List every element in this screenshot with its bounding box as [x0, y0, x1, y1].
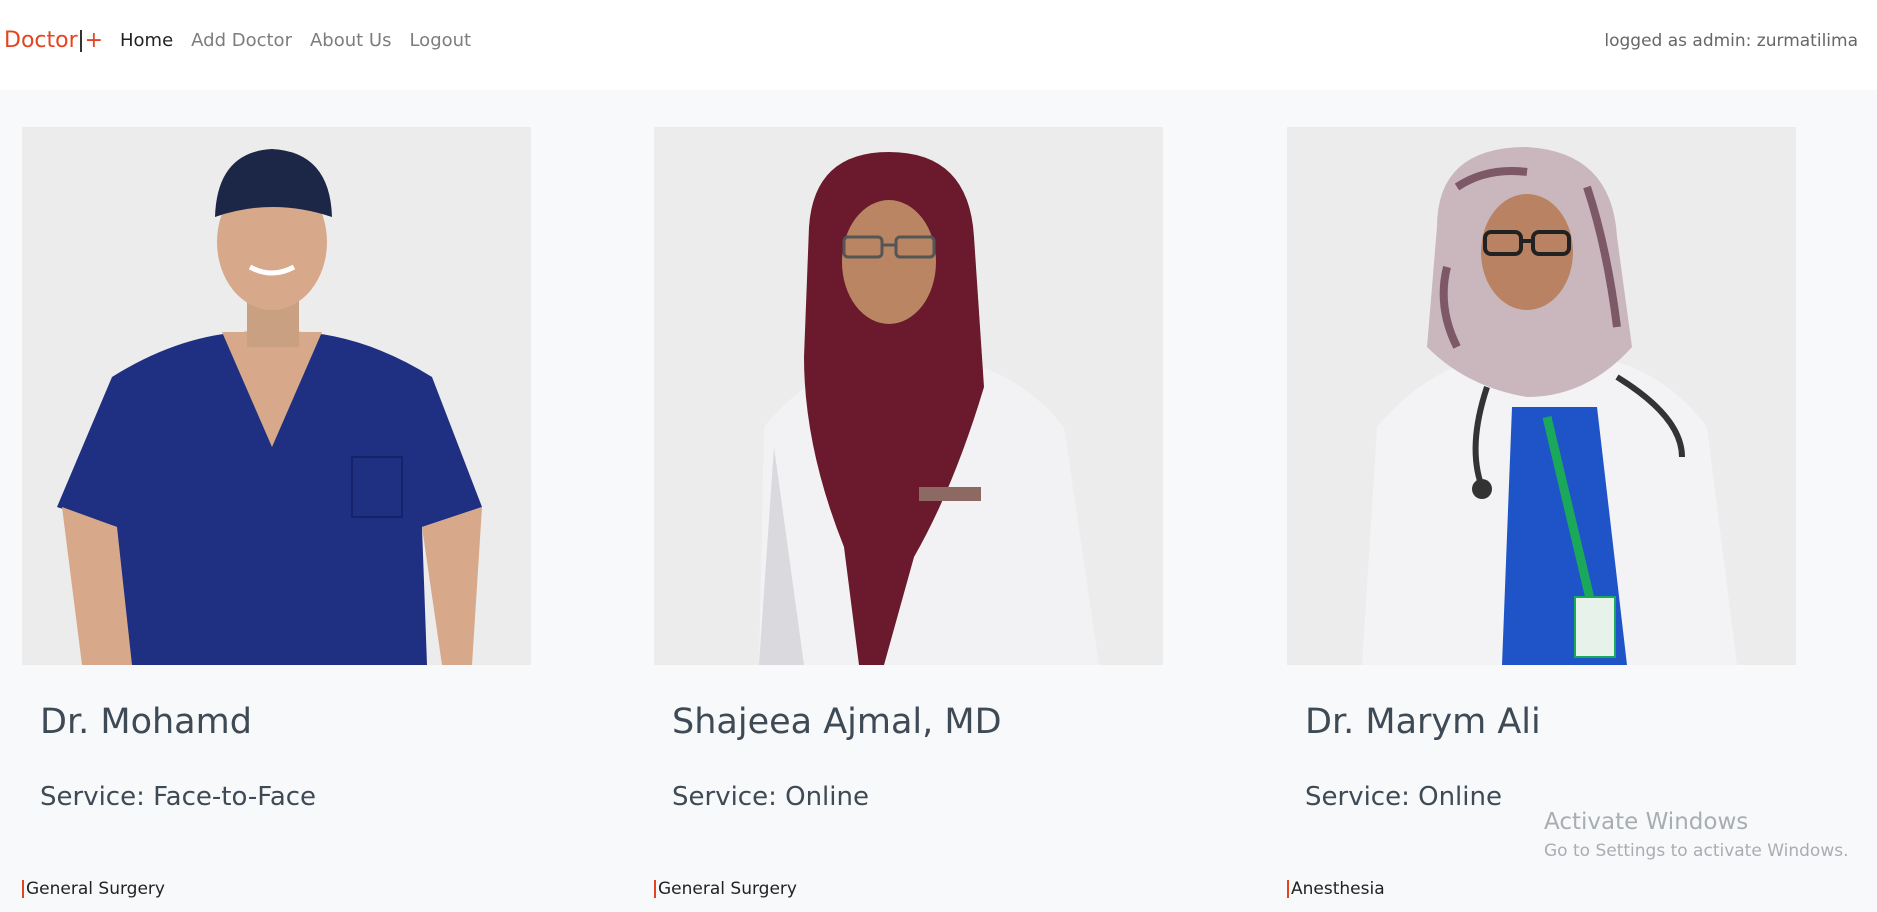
- specialty-label: General Surgery: [26, 879, 165, 899]
- brand-logo[interactable]: Doctor +: [4, 28, 103, 53]
- brand-text: Doctor: [4, 28, 78, 53]
- doctor-name: Dr. Marym Ali: [1305, 702, 1541, 742]
- doctor-card: Dr. Mohamd Service: Face-to-Face General…: [22, 127, 532, 899]
- specialty-label: General Surgery: [658, 879, 797, 899]
- doctor-card: Dr. Marym Ali Service: Online Anesthesia: [1287, 127, 1797, 899]
- doctor-service: Service: Online: [1305, 782, 1502, 812]
- doctor-specialty: General Surgery: [22, 879, 165, 899]
- specialty-marker: [22, 880, 24, 898]
- nav-home-link[interactable]: Home: [120, 30, 173, 51]
- doctor-photo: [22, 127, 531, 665]
- specialty-marker: [654, 880, 656, 898]
- doctor-service: Service: Face-to-Face: [40, 782, 317, 812]
- doctor-photo: [1287, 127, 1796, 665]
- watermark-subtitle: Go to Settings to activate Windows.: [1544, 841, 1849, 861]
- doctor-female-hijab-photo: [654, 127, 1163, 665]
- specialty-label: Anesthesia: [1291, 879, 1385, 899]
- watermark-title: Activate Windows: [1544, 809, 1749, 835]
- brand-divider: [79, 29, 82, 52]
- top-navbar: Doctor + Home Add Doctor About Us Logout…: [0, 0, 1877, 90]
- doctor-photo: [654, 127, 1163, 665]
- nav-links: Home Add Doctor About Us Logout: [120, 30, 489, 51]
- doctor-card: Shajeea Ajmal, MD Service: Online Genera…: [654, 127, 1164, 899]
- nav-add-doctor-link[interactable]: Add Doctor: [191, 30, 292, 51]
- doctor-specialty: General Surgery: [654, 879, 797, 899]
- logged-in-user: logged as admin: zurmatilima: [1604, 31, 1858, 51]
- nav-about-us-link[interactable]: About Us: [310, 30, 392, 51]
- brand-plus-icon: +: [84, 28, 104, 53]
- nav-logout-link[interactable]: Logout: [409, 30, 471, 51]
- doctor-male-scrubs-photo: [22, 127, 531, 665]
- doctor-female-stethoscope-photo: [1287, 127, 1796, 665]
- specialty-marker: [1287, 880, 1289, 898]
- doctor-service: Service: Online: [672, 782, 869, 812]
- doctor-name: Dr. Mohamd: [40, 702, 252, 742]
- windows-activation-watermark: Activate Windows Go to Settings to activ…: [1544, 809, 1849, 861]
- doctor-specialty: Anesthesia: [1287, 879, 1385, 899]
- doctor-name: Shajeea Ajmal, MD: [672, 702, 1002, 742]
